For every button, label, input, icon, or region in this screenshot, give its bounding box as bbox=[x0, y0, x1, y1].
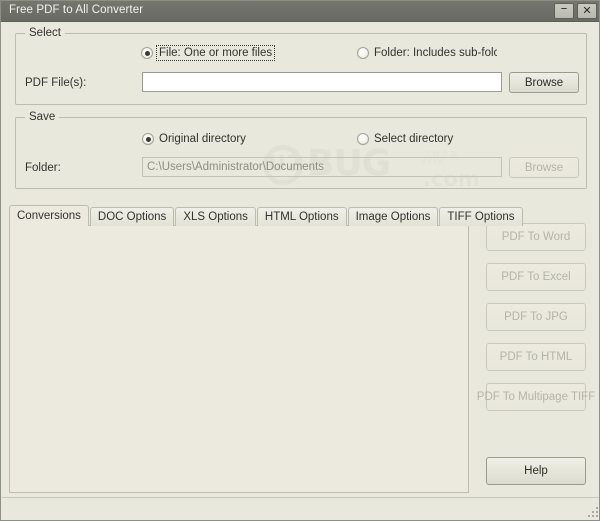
pdf-to-html-button[interactable]: PDF To HTML bbox=[486, 343, 586, 371]
save-group: Save bbox=[15, 117, 587, 189]
browse-files-button[interactable]: Browse bbox=[509, 72, 579, 93]
pdf-files-input[interactable] bbox=[142, 72, 502, 92]
tab-strip: Conversions DOC Options XLS Options HTML… bbox=[9, 205, 593, 226]
active-tab-join bbox=[10, 224, 86, 226]
folder-input[interactable] bbox=[142, 157, 502, 177]
save-group-legend: Save bbox=[25, 111, 59, 123]
tab-doc-options[interactable]: DOC Options bbox=[90, 207, 174, 226]
pdf-to-excel-button[interactable]: PDF To Excel bbox=[486, 263, 586, 291]
pdf-files-label: PDF File(s): bbox=[25, 77, 86, 89]
status-bar bbox=[2, 497, 600, 519]
radio-select-directory[interactable]: Select directory bbox=[357, 133, 453, 145]
pdf-to-jpg-button[interactable]: PDF To JPG bbox=[486, 303, 586, 331]
tab-html-options[interactable]: HTML Options bbox=[257, 207, 347, 226]
radio-file-label: File: One or more files bbox=[158, 47, 273, 59]
minimize-button[interactable]: – bbox=[554, 3, 574, 19]
close-button[interactable]: ✕ bbox=[577, 3, 597, 19]
tab-xls-options[interactable]: XLS Options bbox=[175, 207, 256, 226]
radio-select-directory-label: Select directory bbox=[374, 133, 453, 145]
radio-folder-label: Folder: Includes sub-folc bbox=[374, 47, 497, 59]
radio-folder-dot-icon bbox=[357, 47, 369, 59]
radio-original-directory-label: Original directory bbox=[159, 133, 246, 145]
application-window: Free PDF to All Converter – ✕ U2 BUG 下载之… bbox=[0, 0, 600, 521]
title-bar: Free PDF to All Converter – ✕ bbox=[1, 1, 600, 22]
tab-tiff-options[interactable]: TIFF Options bbox=[439, 207, 522, 226]
window-title: Free PDF to All Converter bbox=[9, 4, 143, 16]
radio-file-dot-icon bbox=[141, 47, 153, 59]
action-button-panel: PDF To Word PDF To Excel PDF To JPG PDF … bbox=[471, 205, 593, 493]
resize-grip-icon[interactable] bbox=[586, 505, 598, 517]
pdf-to-word-button[interactable]: PDF To Word bbox=[486, 223, 586, 251]
radio-file-one-or-more[interactable]: File: One or more files bbox=[141, 47, 273, 59]
radio-original-directory-dot-icon bbox=[142, 133, 154, 145]
select-group-legend: Select bbox=[25, 27, 65, 39]
tab-conversions[interactable]: Conversions bbox=[9, 205, 89, 226]
radio-original-directory[interactable]: Original directory bbox=[142, 133, 246, 145]
select-group: Select bbox=[15, 33, 587, 105]
tab-image-options[interactable]: Image Options bbox=[348, 207, 439, 226]
folder-label: Folder: bbox=[25, 162, 61, 174]
browse-folder-button[interactable]: Browse bbox=[509, 157, 579, 178]
tab-panel-conversions bbox=[9, 225, 469, 493]
window-controls: – ✕ bbox=[554, 3, 597, 19]
help-button[interactable]: Help bbox=[486, 457, 586, 485]
pdf-to-multipage-tiff-button[interactable]: PDF To Multipage TIFF bbox=[486, 383, 586, 411]
radio-select-directory-dot-icon bbox=[357, 133, 369, 145]
radio-folder-includes-subfolders[interactable]: Folder: Includes sub-folc bbox=[357, 47, 497, 59]
